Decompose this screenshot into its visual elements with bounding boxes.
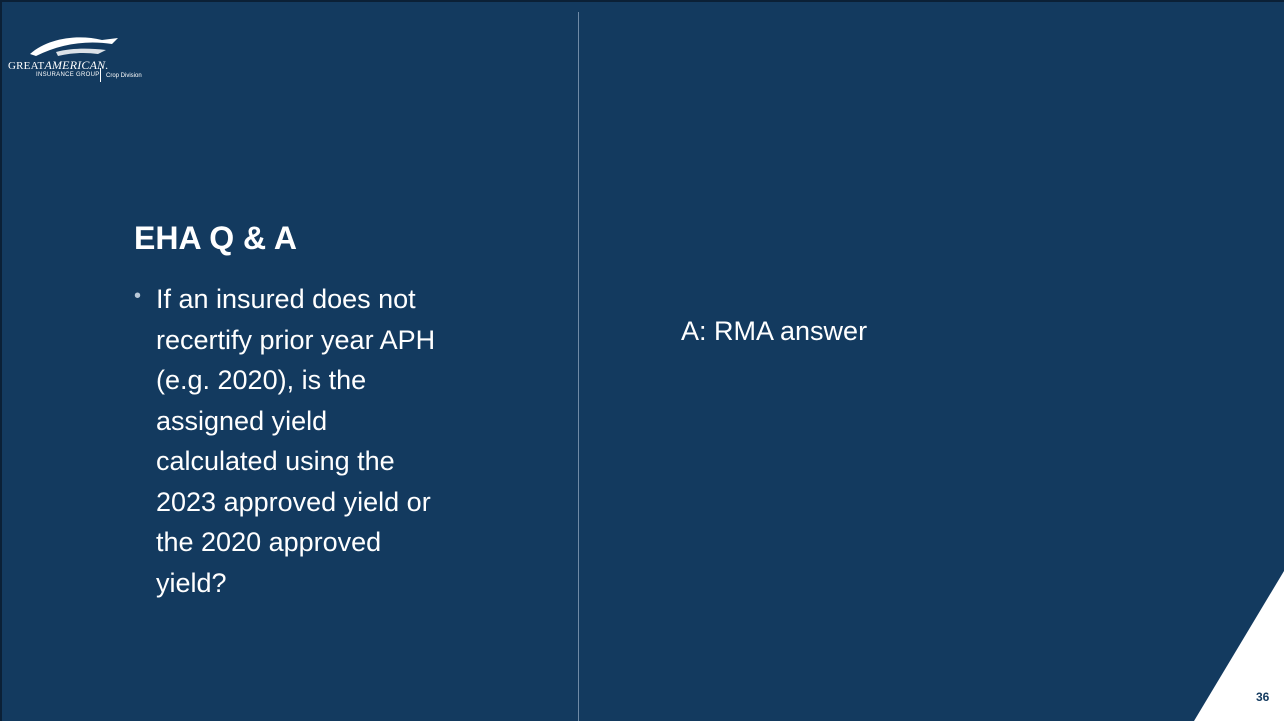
slide: GREATAMERICAN. INSURANCE GROUP Crop Divi… — [0, 0, 1284, 721]
company-logo: GREATAMERICAN. INSURANCE GROUP Crop Divi… — [8, 28, 208, 82]
question-line: If an insured does not — [156, 284, 416, 314]
logo-brand-text: GREATAMERICAN. — [8, 58, 109, 72]
logo-subtext: INSURANCE GROUP — [36, 72, 100, 78]
logo-division: Crop Division — [106, 73, 142, 79]
question-line: 2023 approved yield or — [156, 486, 431, 517]
question-line: recertify prior year APH — [156, 324, 436, 355]
slide-title: EHA Q & A — [134, 220, 297, 256]
question-line: calculated using the — [156, 446, 395, 476]
column-divider — [578, 12, 579, 721]
question-line: yield? — [156, 567, 227, 598]
question-text: If an insured does not recertify prior y… — [156, 279, 516, 603]
question-line: assigned yield — [156, 405, 328, 436]
page-number: 36 — [1256, 690, 1270, 704]
answer-text: A: RMA answer — [681, 316, 868, 346]
eagle-icon — [30, 37, 118, 56]
question-line: the 2020 approved — [156, 527, 382, 557]
bullet-marker: • — [134, 285, 142, 307]
question-line: (e.g. 2020), is the — [156, 365, 367, 395]
corner-accent — [1194, 571, 1284, 721]
logo-separator — [100, 68, 101, 82]
